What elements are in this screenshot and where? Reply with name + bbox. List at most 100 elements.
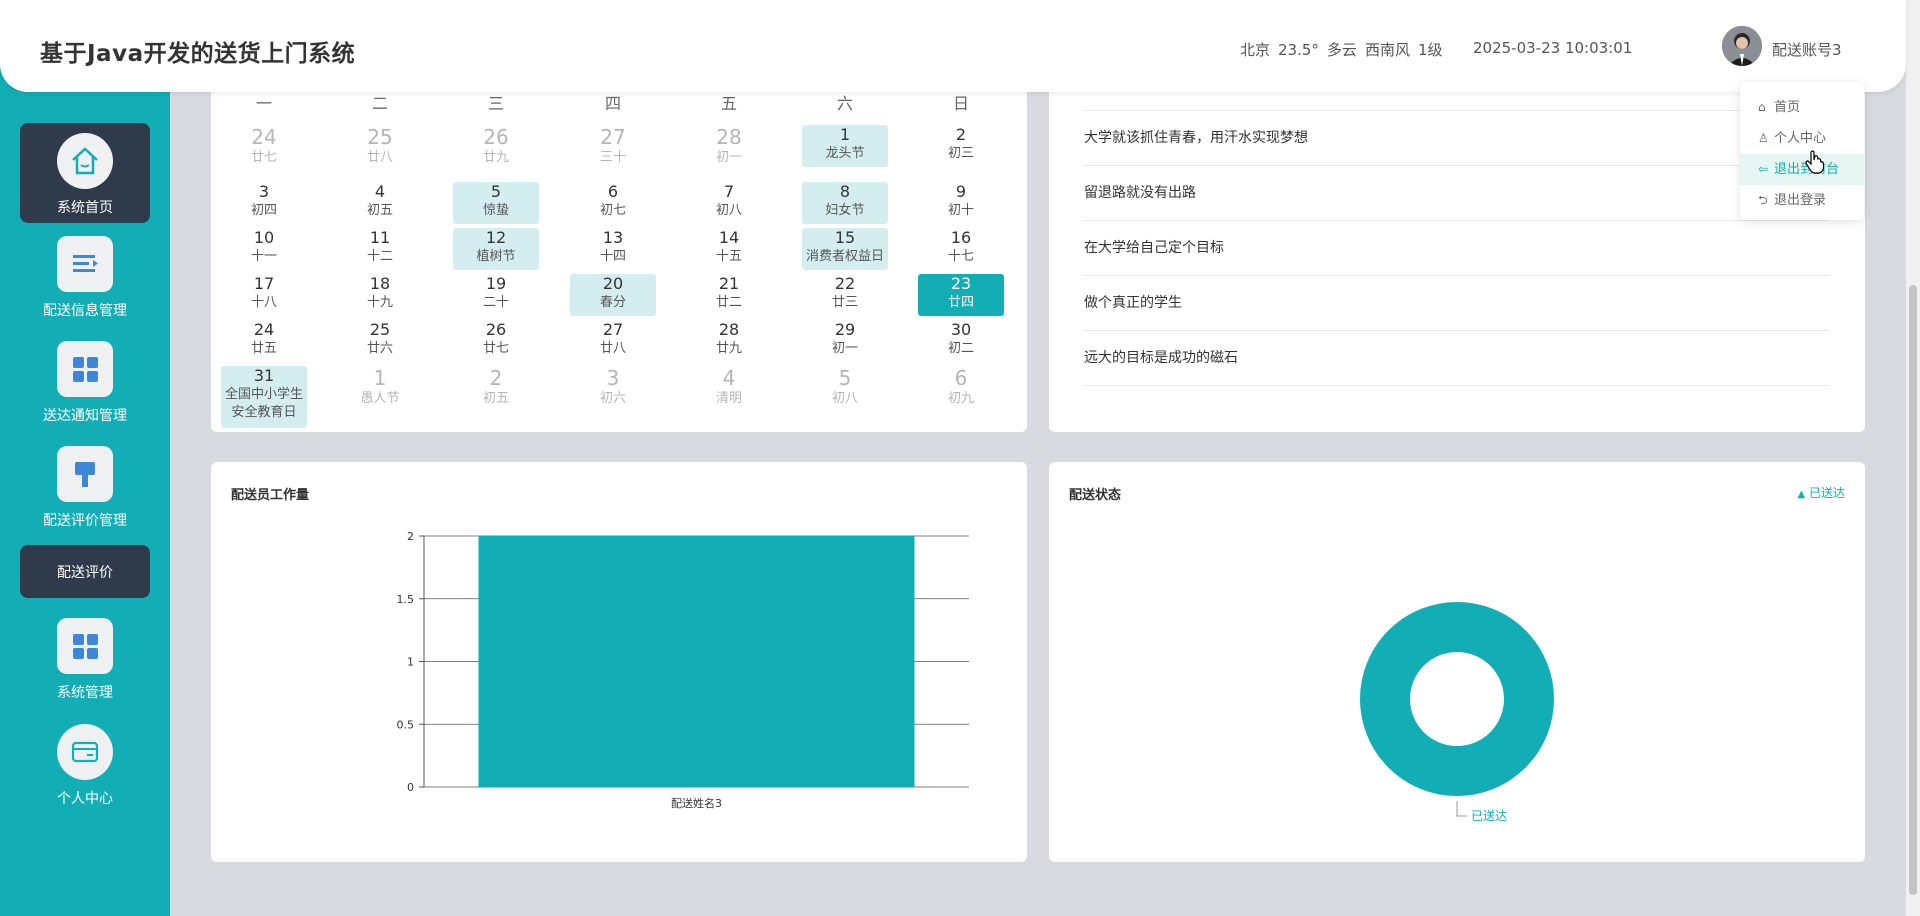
pointer-cursor-icon <box>1805 150 1825 178</box>
calendar-day[interactable]: 30 初二 <box>918 320 1004 362</box>
calendar-day[interactable]: 6 初九 <box>918 366 1004 408</box>
username[interactable]: 配送账号3 <box>1772 39 1842 60</box>
weather-info: 北京 23.5° 多云 西南风 1级 <box>1240 39 1451 60</box>
day-number: 20 <box>602 274 624 293</box>
day-number: 3 <box>258 182 270 201</box>
grid-icon <box>57 341 113 397</box>
calendar-day[interactable]: 3 初六 <box>570 366 656 408</box>
day-lunar: 十五 <box>715 249 742 264</box>
day-number: 1 <box>373 366 387 390</box>
header: 基于Java开发的送货上门系统 北京 23.5° 多云 西南风 1级 2025-03-2… <box>0 0 1906 92</box>
day-lunar: 初二 <box>947 341 974 356</box>
calendar-day[interactable]: 22 廿三 <box>802 274 888 316</box>
calendar-day[interactable]: 16 十七 <box>918 228 1004 270</box>
calendar-day[interactable]: 17 十八 <box>221 274 307 316</box>
day-lunar: 初十 <box>947 203 974 218</box>
day-number: 12 <box>485 228 507 247</box>
day-number: 2 <box>955 125 967 144</box>
pie-slice[interactable] <box>1360 602 1554 796</box>
quote-item[interactable]: 做个真正的学生 <box>1084 276 1829 331</box>
dropdown-item-frontend[interactable]: ⇦ 退出到前台 <box>1740 154 1864 185</box>
calendar-day[interactable]: 27 廿八 <box>570 320 656 362</box>
user-icon: ♙ <box>1758 131 1769 145</box>
calendar-day[interactable]: 24 廿五 <box>221 320 307 362</box>
calendar-day[interactable]: 23 廿四 <box>918 274 1004 316</box>
calendar-day[interactable]: 1 愚人节 <box>337 366 423 408</box>
sidebar-item-notice[interactable]: 送达通知管理 <box>20 341 150 425</box>
calendar-day[interactable]: 6 初七 <box>570 182 656 224</box>
weather-wind: 西南风 <box>1364 41 1410 59</box>
quote-item[interactable]: 远大的目标是成功的磁石 <box>1084 331 1829 386</box>
sidebar-item-system[interactable]: 系统管理 <box>20 618 150 702</box>
day-number: 17 <box>253 274 275 293</box>
quote-item[interactable]: 大学就该抓住青春，用汗水实现梦想 <box>1084 111 1829 166</box>
day-number: 6 <box>954 366 968 390</box>
calendar-day[interactable]: 31 全国中小学生安全教育日 <box>221 366 307 428</box>
page-scrollbar[interactable] <box>1906 0 1920 916</box>
scrollbar-thumb[interactable] <box>1909 285 1917 895</box>
calendar-day[interactable]: 26 廿九 <box>453 125 539 167</box>
sidebar-item-profile[interactable]: 个人中心 <box>20 724 150 808</box>
calendar-day[interactable]: 4 初五 <box>337 182 423 224</box>
status-panel: 配送状态 ▲ 已送达 已送达 <box>1049 462 1865 862</box>
day-lunar: 初一 <box>715 150 742 165</box>
calendar-day[interactable]: 10 十一 <box>221 228 307 270</box>
calendar-day[interactable]: 11 十二 <box>337 228 423 270</box>
quote-item[interactable]: 在大学给自己定个目标 <box>1084 221 1829 276</box>
calendar-day[interactable]: 19 二十 <box>453 274 539 316</box>
day-number: 24 <box>253 320 275 339</box>
sidebar-subitem-evaluation[interactable]: 配送评价 <box>20 545 150 598</box>
day-number: 6 <box>607 182 619 201</box>
day-lunar: 廿八 <box>599 341 626 356</box>
day-lunar: 廿九 <box>482 150 509 165</box>
calendar-day[interactable]: 7 初八 <box>686 182 772 224</box>
calendar-day[interactable]: 13 十四 <box>570 228 656 270</box>
calendar-day[interactable]: 1 龙头节 <box>802 125 888 167</box>
day-number: 18 <box>369 274 391 293</box>
calendar-day[interactable]: 20 春分 <box>570 274 656 316</box>
calendar-day[interactable]: 3 初四 <box>221 182 307 224</box>
calendar-day[interactable]: 28 廿九 <box>686 320 772 362</box>
calendar-day[interactable]: 29 初一 <box>802 320 888 362</box>
avatar[interactable] <box>1722 26 1762 66</box>
day-lunar: 全国中小学生安全教育日 <box>224 387 303 420</box>
calendar-day[interactable]: 9 初十 <box>918 182 1004 224</box>
day-lunar: 植树节 <box>476 249 516 264</box>
sidebar-item-home[interactable]: 系统首页 <box>20 123 150 223</box>
calendar-day[interactable]: 18 十九 <box>337 274 423 316</box>
day-lunar: 十四 <box>599 249 626 264</box>
day-number: 22 <box>834 274 856 293</box>
quote-item[interactable]: 留退路就没有出路 <box>1084 166 1829 221</box>
calendar-day[interactable]: 21 廿二 <box>686 274 772 316</box>
calendar-day[interactable]: 2 初五 <box>453 366 539 408</box>
calendar-day[interactable]: 4 清明 <box>686 366 772 408</box>
dropdown-item-home[interactable]: ⌂ 首页 <box>1740 92 1864 123</box>
weekday-header: 日 <box>952 94 969 113</box>
calendar-day[interactable]: 2 初三 <box>918 125 1004 167</box>
dropdown-item-profile[interactable]: ♙ 个人中心 <box>1740 123 1864 154</box>
day-number: 28 <box>716 125 742 149</box>
user-dropdown-menu: ⌂ 首页 ♙ 个人中心 ⇦ 退出到前台 ⮌ 退出登录 <box>1740 82 1864 220</box>
calendar-day[interactable]: 28 初一 <box>686 125 772 167</box>
sidebar-item-evaluation[interactable]: 配送评价管理 <box>20 446 150 530</box>
day-number: 10 <box>253 228 275 247</box>
calendar-day[interactable]: 5 初八 <box>802 366 888 408</box>
calendar-day[interactable]: 27 三十 <box>570 125 656 167</box>
day-lunar: 十七 <box>947 249 974 264</box>
calendar-day[interactable]: 25 廿六 <box>337 320 423 362</box>
calendar-day[interactable]: 12 植树节 <box>453 228 539 270</box>
day-lunar: 初七 <box>599 203 626 218</box>
dropdown-item-logout[interactable]: ⮌ 退出登录 <box>1740 185 1864 216</box>
dropdown-label: 个人中心 <box>1774 131 1827 146</box>
day-number: 4 <box>722 366 736 390</box>
calendar-day[interactable]: 14 十五 <box>686 228 772 270</box>
calendar-day[interactable]: 25 廿八 <box>337 125 423 167</box>
calendar-day[interactable]: 24 廿七 <box>221 125 307 167</box>
calendar-day[interactable]: 8 妇女节 <box>802 182 888 224</box>
calendar-day[interactable]: 26 廿七 <box>453 320 539 362</box>
calendar-day[interactable]: 5 惊蛰 <box>453 182 539 224</box>
sidebar-item-delivery-info[interactable]: 配送信息管理 <box>20 236 150 320</box>
sidebar-item-label: 系统管理 <box>57 685 113 701</box>
calendar-day[interactable]: 15 消费者权益日 <box>802 228 888 270</box>
bar[interactable] <box>478 536 915 787</box>
